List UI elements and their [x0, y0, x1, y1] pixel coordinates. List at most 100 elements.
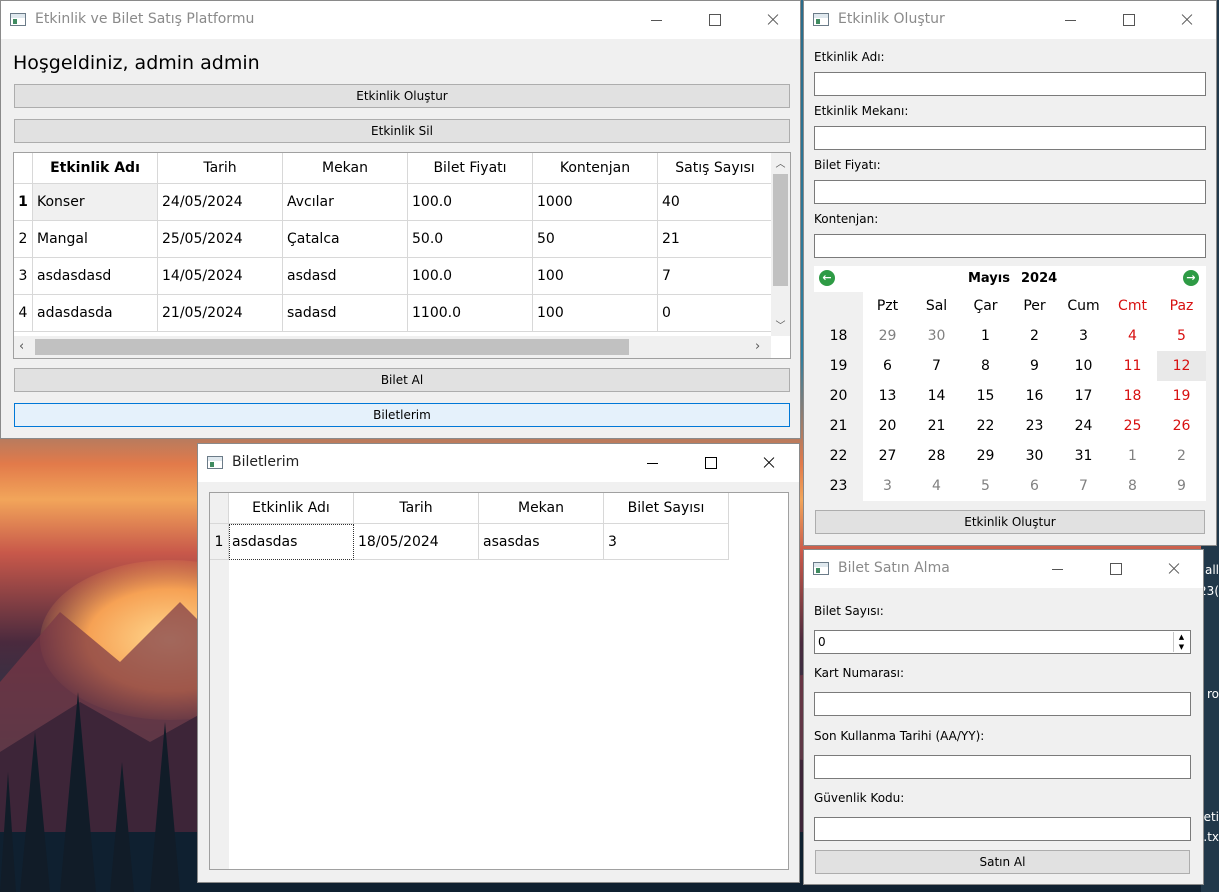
- delete-event-button[interactable]: Etkinlik Sil: [14, 119, 790, 143]
- table-cell[interactable]: asasdas: [479, 524, 604, 560]
- security-code-input[interactable]: [814, 817, 1191, 841]
- calendar-day[interactable]: 4: [912, 471, 961, 501]
- calendar-year[interactable]: 2024: [1021, 271, 1057, 286]
- calendar-day[interactable]: 15: [961, 381, 1010, 411]
- event-venue-input[interactable]: [814, 126, 1206, 150]
- tickets-window-titlebar[interactable]: Biletlerim: [198, 444, 799, 482]
- calendar-day[interactable]: 6: [1010, 471, 1059, 501]
- calendar-day[interactable]: 25: [1108, 411, 1157, 441]
- table-cell[interactable]: 0: [658, 295, 773, 332]
- calendar-day[interactable]: 31: [1059, 441, 1108, 471]
- calendar-day[interactable]: 16: [1010, 381, 1059, 411]
- calendar-day[interactable]: 7: [1059, 471, 1108, 501]
- table-cell[interactable]: 40: [658, 184, 773, 221]
- calendar-day[interactable]: 23: [1010, 411, 1059, 441]
- maximize-icon[interactable]: [691, 1, 737, 39]
- table-cell[interactable]: Konser: [33, 184, 158, 221]
- calendar-day[interactable]: 1: [961, 321, 1010, 351]
- vertical-scroll-thumb[interactable]: [773, 174, 788, 286]
- calendar-day[interactable]: 6: [863, 351, 912, 381]
- my-tickets-button[interactable]: Biletlerim: [14, 403, 790, 427]
- next-month-icon[interactable]: →: [1183, 270, 1199, 286]
- table-cell[interactable]: 14/05/2024: [158, 258, 283, 295]
- calendar-day[interactable]: 3: [1059, 321, 1108, 351]
- column-header[interactable]: Mekan: [479, 493, 604, 524]
- calendar-day[interactable]: 3: [863, 471, 912, 501]
- event-name-input[interactable]: [814, 72, 1206, 96]
- calendar-day[interactable]: 11: [1108, 351, 1157, 381]
- maximize-icon[interactable]: [1105, 1, 1151, 39]
- table-cell[interactable]: asdasd: [283, 258, 408, 295]
- calendar-day[interactable]: 30: [912, 321, 961, 351]
- table-row[interactable]: 3 asdasdasd 14/05/2024 asdasd 100.0 100 …: [14, 258, 773, 295]
- table-cell[interactable]: Avcılar: [283, 184, 408, 221]
- column-header[interactable]: Etkinlik Adı: [33, 153, 158, 184]
- calendar-day[interactable]: 30: [1010, 441, 1059, 471]
- table-cell[interactable]: 1000: [533, 184, 658, 221]
- column-header[interactable]: Tarih: [158, 153, 283, 184]
- vertical-scrollbar[interactable]: ︿ ﹀: [771, 153, 790, 336]
- expiry-date-input[interactable]: [814, 755, 1191, 779]
- table-corner[interactable]: [210, 493, 229, 524]
- row-header[interactable]: 1: [14, 184, 33, 221]
- column-header[interactable]: Tarih: [354, 493, 479, 524]
- table-cell[interactable]: 21/05/2024: [158, 295, 283, 332]
- calendar-day[interactable]: 2: [1157, 441, 1206, 471]
- calendar-day[interactable]: 1: [1108, 441, 1157, 471]
- table-row[interactable]: 1 asdasdas 18/05/2024 asasdas 3: [210, 524, 729, 560]
- calendar-day[interactable]: 5: [1157, 321, 1206, 351]
- column-header[interactable]: Mekan: [283, 153, 408, 184]
- ticket-count-spinbox[interactable]: 0 ▲ ▼: [814, 630, 1191, 654]
- calendar-day[interactable]: 22: [961, 411, 1010, 441]
- calendar-day[interactable]: 17: [1059, 381, 1108, 411]
- scroll-left-icon[interactable]: ‹: [19, 339, 24, 354]
- events-table[interactable]: Etkinlik Adı Tarih Mekan Bilet Fiyatı Ko…: [13, 152, 791, 359]
- calendar-day[interactable]: 29: [961, 441, 1010, 471]
- calendar-day[interactable]: 12: [1157, 351, 1206, 381]
- calendar-day[interactable]: 4: [1108, 321, 1157, 351]
- table-cell[interactable]: 1100.0: [408, 295, 533, 332]
- table-cell[interactable]: 50: [533, 221, 658, 258]
- table-cell[interactable]: 25/05/2024: [158, 221, 283, 258]
- table-cell[interactable]: 100.0: [408, 184, 533, 221]
- table-row[interactable]: 4 adasdasda 21/05/2024 sadasd 1100.0 100…: [14, 295, 773, 332]
- column-header[interactable]: Satış Sayısı: [658, 153, 773, 184]
- table-cell[interactable]: Çatalca: [283, 221, 408, 258]
- table-cell[interactable]: sadasd: [283, 295, 408, 332]
- close-icon[interactable]: [745, 444, 791, 482]
- calendar-day[interactable]: 14: [912, 381, 961, 411]
- maximize-icon[interactable]: [687, 444, 733, 482]
- table-cell[interactable]: 100: [533, 295, 658, 332]
- calendar-day[interactable]: 26: [1157, 411, 1206, 441]
- table-cell[interactable]: 21: [658, 221, 773, 258]
- ticket-price-input[interactable]: [814, 180, 1206, 204]
- calendar-day[interactable]: 8: [961, 351, 1010, 381]
- row-header[interactable]: 3: [14, 258, 33, 295]
- purchase-button[interactable]: Satın Al: [815, 850, 1190, 874]
- row-header[interactable]: 4: [14, 295, 33, 332]
- calendar-day[interactable]: 24: [1059, 411, 1108, 441]
- calendar-day[interactable]: 29: [863, 321, 912, 351]
- calendar-day[interactable]: 19: [1157, 381, 1206, 411]
- table-cell[interactable]: asdasdas: [229, 524, 354, 560]
- calendar-day[interactable]: 13: [863, 381, 912, 411]
- calendar-day[interactable]: 18: [1108, 381, 1157, 411]
- calendar-grid[interactable]: Pzt Sal Çar Per Cum Cmt Paz 18 29 30 1 2 3 4 5 19 6 7 8 9 10…: [814, 292, 1206, 501]
- spin-down-icon[interactable]: ▼: [1174, 642, 1189, 652]
- calendar-day[interactable]: 7: [912, 351, 961, 381]
- calendar-day[interactable]: 2: [1010, 321, 1059, 351]
- buy-ticket-button[interactable]: Bilet Al: [14, 368, 790, 392]
- table-cell[interactable]: adasdasda: [33, 295, 158, 332]
- column-header[interactable]: Etkinlik Adı: [229, 493, 354, 524]
- table-cell[interactable]: 18/05/2024: [354, 524, 479, 560]
- scroll-down-icon[interactable]: ﹀: [771, 317, 790, 332]
- table-cell[interactable]: 24/05/2024: [158, 184, 283, 221]
- horizontal-scroll-thumb[interactable]: [35, 339, 629, 355]
- horizontal-scrollbar[interactable]: ‹ ›: [14, 336, 771, 358]
- table-cell[interactable]: 100.0: [408, 258, 533, 295]
- close-icon[interactable]: [749, 1, 795, 39]
- calendar-day[interactable]: 20: [863, 411, 912, 441]
- close-icon[interactable]: [1163, 1, 1209, 39]
- table-cell[interactable]: Mangal: [33, 221, 158, 258]
- minimize-icon[interactable]: [629, 444, 675, 482]
